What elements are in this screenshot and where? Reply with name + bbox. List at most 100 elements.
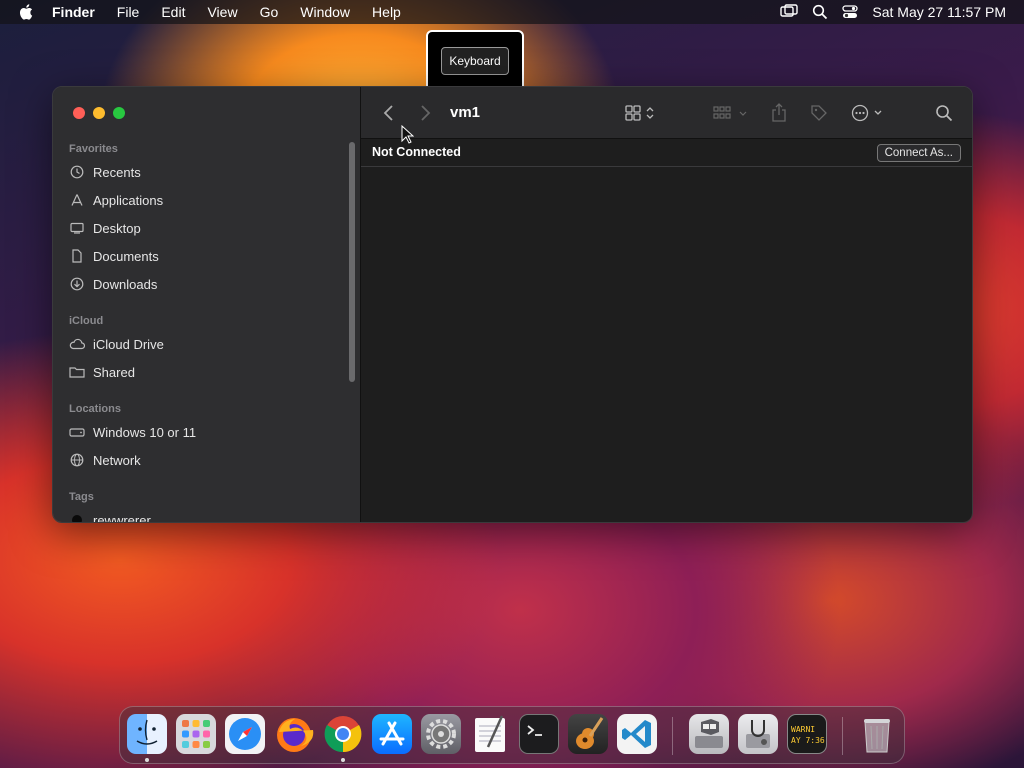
launchpad-icon[interactable]: [176, 714, 216, 754]
sidebar-item-label: Downloads: [93, 276, 158, 292]
menu-bar: Finder File Edit View Go Window Help Sat…: [0, 0, 1024, 24]
globe-icon: [69, 452, 85, 468]
document-icon: [69, 248, 85, 264]
close-button[interactable]: [73, 107, 85, 119]
sidebar-heading-favorites: Favorites: [69, 143, 118, 155]
sidebar-item-tag[interactable]: rewwrerer: [69, 508, 151, 523]
mouse-pointer-icon: [401, 125, 414, 144]
terminal-icon[interactable]: [519, 714, 559, 754]
chevron-right-icon: [421, 105, 431, 121]
sidebar-item-label: Applications: [93, 192, 164, 208]
app-store-icon[interactable]: [372, 714, 412, 754]
sidebar-heading-locations: Locations: [69, 403, 121, 415]
finder-window: Favorites Recents Applications Desktop D…: [52, 86, 973, 523]
window-controls: [73, 107, 125, 119]
cloud-icon: [69, 336, 85, 352]
view-mode-button[interactable]: [625, 103, 657, 123]
chrome-icon[interactable]: [323, 714, 363, 754]
disk-utility-icon[interactable]: [738, 714, 778, 754]
toolbar: vm1: [361, 87, 972, 139]
chrome-running-indicator: [341, 758, 345, 762]
menu-edit[interactable]: Edit: [161, 4, 185, 20]
sidebar-item-windows-drive[interactable]: Windows 10 or 11: [69, 420, 196, 444]
firefox-icon[interactable]: [274, 714, 314, 754]
tag-dot-icon: [69, 512, 85, 522]
sidebar-item-network[interactable]: Network: [69, 448, 141, 472]
share-button[interactable]: [771, 103, 787, 123]
vscode-icon[interactable]: [617, 714, 657, 754]
spotlight-search-icon[interactable]: [812, 4, 828, 20]
sidebar-item-documents[interactable]: Documents: [69, 244, 159, 268]
more-actions-button[interactable]: [851, 103, 885, 123]
sidebar-heading-tags: Tags: [69, 491, 94, 503]
shared-folder-icon: [69, 364, 85, 380]
download-icon: [69, 276, 85, 292]
minimize-button[interactable]: [93, 107, 105, 119]
garageband-icon[interactable]: [568, 714, 608, 754]
sidebar-item-shared[interactable]: Shared: [69, 360, 135, 384]
search-button[interactable]: [935, 103, 953, 123]
dock-separator: [672, 717, 673, 755]
chevron-left-icon: [383, 105, 393, 121]
sidebar-item-label: Network: [93, 452, 141, 468]
sidebar-item-label: Windows 10 or 11: [93, 424, 197, 440]
search-icon: [936, 105, 953, 122]
connection-bar: Not Connected Connect As...: [361, 139, 972, 167]
safari-icon[interactable]: [225, 714, 265, 754]
menu-help[interactable]: Help: [372, 4, 401, 20]
clock-icon: [69, 164, 85, 180]
drive-icon: [69, 424, 85, 440]
menu-app-finder[interactable]: Finder: [52, 4, 95, 20]
sidebar-item-recents[interactable]: Recents: [69, 160, 141, 184]
console-icon[interactable]: WARNI AY 7:36: [787, 714, 827, 754]
sidebar-heading-icloud: iCloud: [69, 315, 104, 327]
sidebar-item-label: Recents: [93, 164, 141, 180]
sidebar-item-label: Documents: [93, 248, 159, 264]
forward-button[interactable]: [419, 103, 431, 123]
sidebar: Favorites Recents Applications Desktop D…: [53, 87, 361, 522]
desktop-icon: [69, 220, 85, 236]
screen-mirroring-icon[interactable]: [780, 4, 799, 20]
boot-camp-icon[interactable]: [689, 714, 729, 754]
menu-clock[interactable]: Sat May 27 11:57 PM: [872, 4, 1006, 20]
sidebar-item-label: Shared: [93, 364, 135, 380]
back-button[interactable]: [383, 103, 395, 123]
system-settings-icon[interactable]: [421, 714, 461, 754]
sidebar-item-applications[interactable]: Applications: [69, 188, 163, 212]
tags-button[interactable]: [809, 103, 829, 123]
dock: WARNI AY 7:36: [119, 706, 905, 764]
connection-status: Not Connected: [372, 145, 461, 159]
icon-grid-icon: [625, 105, 654, 121]
window-title: vm1: [450, 104, 481, 121]
menu-go[interactable]: Go: [260, 4, 279, 20]
sidebar-item-downloads[interactable]: Downloads: [69, 272, 157, 296]
sidebar-item-desktop[interactable]: Desktop: [69, 216, 141, 240]
applications-icon: [69, 192, 85, 208]
sidebar-item-label: rewwrerer: [93, 512, 151, 523]
sidebar-item-label: iCloud Drive: [93, 336, 164, 352]
menu-file[interactable]: File: [117, 4, 140, 20]
sidebar-scrollbar[interactable]: [349, 142, 355, 382]
connect-as-button[interactable]: Connect As...: [876, 144, 961, 162]
finder-running-indicator: [145, 758, 149, 762]
share-icon: [772, 103, 786, 122]
sidebar-item-label: Desktop: [93, 220, 141, 236]
apple-logo-icon[interactable]: [18, 3, 36, 21]
sidebar-item-icloud-drive[interactable]: iCloud Drive: [69, 332, 164, 356]
ellipsis-circle-icon: [851, 104, 882, 122]
svg-text:AY 7:36: AY 7:36: [791, 736, 825, 745]
menu-view[interactable]: View: [207, 4, 237, 20]
keyboard-label: Keyboard: [441, 47, 509, 75]
group-grid-icon: [713, 106, 747, 119]
group-button[interactable]: [713, 103, 749, 123]
menu-window[interactable]: Window: [300, 4, 350, 20]
trash-icon[interactable]: [857, 714, 897, 754]
control-center-icon[interactable]: [842, 4, 859, 20]
zoom-button[interactable]: [113, 107, 125, 119]
dock-separator: [842, 717, 843, 755]
finder-icon[interactable]: [127, 714, 167, 754]
content-area: vm1 Not Connected Connect As...: [361, 87, 972, 522]
menu-extras: Sat May 27 11:57 PM: [780, 4, 1006, 20]
textedit-icon[interactable]: [470, 714, 510, 754]
keyboard-overlay: Keyboard: [426, 30, 524, 92]
